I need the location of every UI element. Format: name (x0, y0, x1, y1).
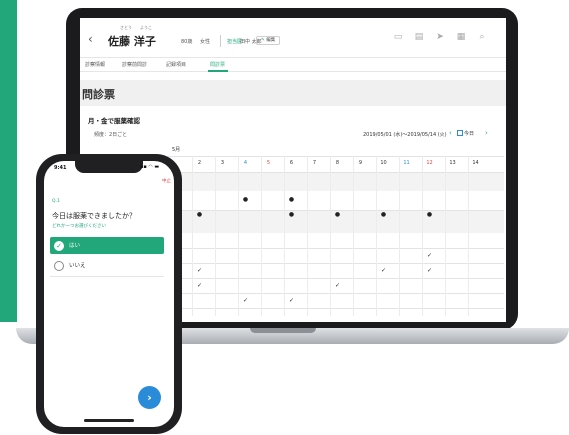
grid-col-line (238, 156, 239, 316)
grid-col-line (376, 156, 377, 316)
day-header: 3 (220, 160, 225, 166)
page-title: 問診票 (82, 88, 115, 101)
option-yes[interactable]: ✓ はい (50, 237, 164, 254)
scheduled-dot: ● (380, 211, 387, 218)
patient-age: 80歳 (181, 39, 193, 45)
option-divider (50, 276, 164, 277)
tab-record-items[interactable]: 記録項目 (166, 61, 186, 68)
day-header: 4 (243, 160, 248, 166)
answered-check: ✓ (426, 267, 433, 274)
active-tab-indicator (208, 70, 228, 72)
day-header: 14 (472, 160, 479, 166)
answered-check: ✓ (196, 282, 203, 289)
check-circle-icon: ✓ (54, 240, 64, 251)
scheduled-dot: ● (196, 211, 203, 218)
grid-col-line (192, 156, 193, 316)
answered-check: ✓ (288, 297, 295, 304)
scheduled-dot: ● (288, 211, 295, 218)
grid-col-line (307, 156, 308, 316)
day-header: 8 (335, 160, 340, 166)
scheduled-dot: ● (242, 196, 249, 203)
option-label: いいえ (69, 263, 86, 269)
header-divider (220, 35, 221, 47)
home-indicator (84, 419, 134, 422)
answered-check: ✓ (426, 252, 433, 259)
day-header: 5 (266, 160, 271, 166)
calendar-icon (457, 130, 463, 136)
patient-sex: 女性 (200, 39, 211, 45)
accent-side-bar (0, 0, 17, 322)
status-time: 9:41 (54, 165, 67, 171)
chat-icon[interactable]: ▭ (392, 31, 404, 43)
patient-name: 佐藤 洋子 (108, 35, 156, 48)
grid-col-line (284, 156, 285, 316)
scheduled-dot: ● (288, 196, 295, 203)
option-label: はい (69, 243, 81, 249)
date-range: 2019/05/01 (水)〜2019/05/14 (火) (363, 132, 447, 138)
answered-check: ✓ (380, 267, 387, 274)
send-icon[interactable]: ➤ (434, 31, 446, 43)
surname-kana: さとう (120, 25, 132, 30)
question-hint: どれか一つお選びください (52, 224, 106, 229)
section-title: 月・金で服薬確認 (88, 117, 140, 125)
prev-period-icon[interactable]: ‹ (449, 129, 452, 137)
edit-label: 編集 (266, 38, 276, 43)
grid-col-line (353, 156, 354, 316)
tab-questionnaire[interactable]: 問診票 (210, 61, 225, 68)
given-kana: ようこ (140, 25, 152, 30)
next-button[interactable]: › (138, 386, 161, 409)
option-no[interactable]: いいえ (50, 257, 164, 274)
day-header: 9 (358, 160, 363, 166)
grid-col-line (261, 156, 262, 316)
frequency-text: 頻度：2日ごと (94, 132, 128, 138)
radio-icon (54, 260, 64, 271)
day-header: 13 (449, 160, 456, 166)
tab-bar: 診察情報 診察前問診 記録項目 問診票 (80, 58, 506, 72)
day-header: 10 (380, 160, 387, 166)
answered-check: ✓ (242, 297, 249, 304)
grid-col-line (399, 156, 400, 316)
page-title-band: 問診票 (80, 80, 506, 106)
calendar-icon[interactable]: ▦ (455, 31, 467, 43)
search-icon[interactable]: ⌕ (476, 31, 488, 43)
grid-col-line (422, 156, 423, 316)
today-label: 今日 (464, 131, 475, 137)
today-button[interactable]: 今日 (457, 130, 474, 137)
tab-pre-consultation[interactable]: 診察前問診 (122, 61, 147, 68)
question-number: Q.1 (52, 199, 60, 204)
signal-wifi-battery-icon: ▪▪ ◠ ▬ (140, 164, 160, 170)
pencil-icon: ✎ (261, 38, 265, 43)
grid-col-line (215, 156, 216, 316)
laptop-notch (250, 328, 316, 333)
day-header: 2 (197, 160, 202, 166)
answered-check: ✓ (196, 267, 203, 274)
scheduled-dot: ● (334, 211, 341, 218)
day-header: 7 (312, 160, 317, 166)
chevron-left-icon[interactable]: ‹ (88, 32, 93, 46)
day-header: 6 (289, 160, 294, 166)
grid-col-line (330, 156, 331, 316)
answered-check: ✓ (334, 282, 341, 289)
patient-header: ‹ さとう ようこ 佐藤 洋子 80歳 女性 担当医 田中 太郎 ✎ 編集 ▭ … (80, 18, 506, 58)
phone-screen: 9:41 ▪▪ ◠ ▬ 中止 Q.1 今日は服薬できましたか？ どれか一つお選び… (44, 161, 174, 427)
document-icon[interactable]: ▤ (413, 31, 425, 43)
next-period-icon[interactable]: › (485, 129, 488, 137)
tab-consultation-info[interactable]: 診察情報 (85, 61, 105, 68)
grid-col-line (468, 156, 469, 316)
month-label: 5月 (172, 147, 181, 153)
cancel-link[interactable]: 中止 (162, 178, 171, 184)
question-text: 今日は服薬できましたか？ (52, 212, 136, 220)
day-header: 12 (426, 160, 433, 166)
scheduled-dot: ● (426, 211, 433, 218)
day-header: 11 (403, 160, 410, 166)
phone-notch (75, 161, 143, 173)
grid-col-line (445, 156, 446, 316)
edit-button[interactable]: ✎ 編集 (256, 36, 281, 45)
